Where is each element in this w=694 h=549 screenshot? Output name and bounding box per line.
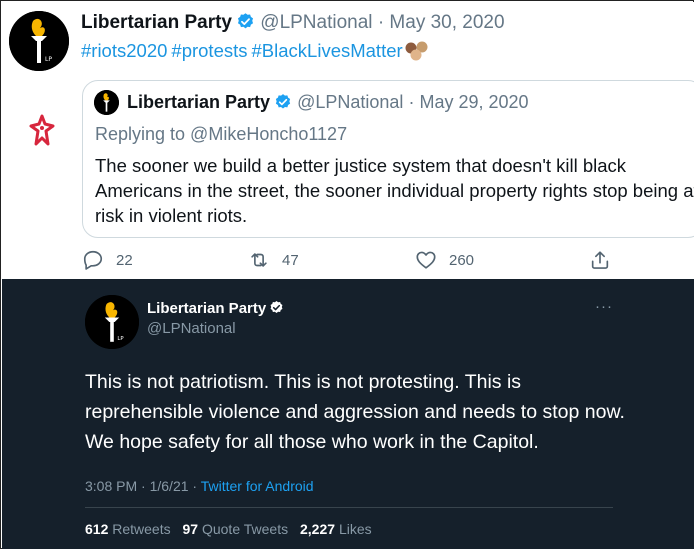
dark-tweet: LP Libertarian Party @LPNational ··· Thi… <box>2 279 694 549</box>
engagement-stats: 612 Retweets 97 Quote Tweets 2,227 Likes <box>85 521 380 537</box>
screenshot-frame: LP Libertarian Party @LPNational · May 3… <box>0 0 694 549</box>
quoted-tweet-date: May 29, 2020 <box>419 92 529 112</box>
tweet-source-link[interactable]: Twitter for Android <box>201 478 314 494</box>
more-options-button[interactable]: ··· <box>595 298 613 315</box>
torch-logo-icon: LP <box>85 295 139 349</box>
quote-tweets-stat[interactable]: 97 Quote Tweets <box>183 521 289 537</box>
retweet-icon <box>251 253 267 267</box>
raised-fists-emoji-icon <box>405 41 428 61</box>
quoted-tweet-header: Libertarian Party @LPNational · May 29, … <box>127 92 529 113</box>
dark-tweet-text: This is not patriotism. This is not prot… <box>85 371 625 453</box>
reply-count: 22 <box>116 251 133 269</box>
meta-separator: · <box>192 478 198 494</box>
divider <box>85 507 613 508</box>
quote-tweets-label: Quote Tweets <box>201 521 289 537</box>
quoted-tweet-text: The sooner we build a better justice sys… <box>95 155 694 226</box>
verified-badge-icon <box>270 300 283 313</box>
hashtag-link[interactable]: #BlackLivesMatter <box>252 40 403 61</box>
retweets-label: Retweets <box>112 521 171 537</box>
dark-author-name-text[interactable]: Libertarian Party <box>147 300 266 317</box>
dark-tweet-avatar[interactable]: LP <box>85 295 139 349</box>
retweets-stat[interactable]: 612 Retweets <box>85 521 171 537</box>
hashtag-link[interactable]: #riots2020 <box>81 40 167 61</box>
quoted-author-avatar <box>94 90 119 115</box>
tweet-actions: 22 47 260 <box>82 249 642 275</box>
dark-author-handle[interactable]: @LPNational <box>147 320 236 337</box>
torch-logo-icon: LP <box>9 11 69 71</box>
quoted-author-name: Libertarian Party <box>127 92 271 112</box>
dark-author-name: Libertarian Party <box>147 300 284 317</box>
hashtag-link[interactable]: #protests <box>171 40 247 61</box>
hashtags: #riots2020 #protests #BlackLivesMatter <box>81 40 431 62</box>
retweet-count: 47 <box>282 251 299 269</box>
retweets-count: 612 <box>85 521 109 537</box>
like-button[interactable]: 260 <box>415 249 474 271</box>
tweet-header: Libertarian Party @LPNational · May 30, … <box>81 12 505 34</box>
svg-text:LP: LP <box>117 336 124 342</box>
quoted-tweet-card[interactable]: Libertarian Party @LPNational · May 29, … <box>82 80 694 238</box>
replying-to-label: Replying to @MikeHoncho1127 <box>95 124 348 144</box>
heart-icon <box>416 251 436 269</box>
author-name[interactable]: Libertarian Party <box>81 12 232 33</box>
header-separator: · <box>377 12 385 33</box>
quoted-author-handle: @LPNational <box>297 92 404 112</box>
reply-button[interactable]: 22 <box>82 249 133 271</box>
share-button[interactable] <box>589 249 623 271</box>
verified-badge-icon <box>275 94 291 109</box>
retweet-button[interactable]: 47 <box>248 249 299 271</box>
like-count: 260 <box>449 251 475 269</box>
svg-text:LP: LP <box>45 56 52 63</box>
verified-badge-icon <box>237 13 254 29</box>
light-tweet: LP Libertarian Party @LPNational · May 3… <box>2 2 694 279</box>
tweet-time[interactable]: 3:08 PM <box>85 478 137 494</box>
likes-count: 2,227 <box>300 521 336 537</box>
reply-icon <box>83 250 103 270</box>
quoted-header-separator: · <box>408 92 415 112</box>
likes-stat[interactable]: 2,227 Likes <box>300 521 372 537</box>
likes-label: Likes <box>338 521 372 537</box>
quote-tweets-count: 97 <box>182 521 199 537</box>
libertarian-party-avatar[interactable]: LP <box>9 11 69 71</box>
torch-logo-icon <box>94 90 119 115</box>
tweet-metadata: 3:08 PM · 1/6/21 · Twitter for Android <box>85 478 314 494</box>
tweet-date[interactable]: 1/6/21 <box>150 478 189 494</box>
share-icon <box>591 251 609 269</box>
tweet-date[interactable]: May 30, 2020 <box>389 12 504 33</box>
author-handle[interactable]: @LPNational <box>260 12 372 33</box>
meta-separator: · <box>141 478 146 494</box>
red-figure-icon <box>29 114 55 146</box>
